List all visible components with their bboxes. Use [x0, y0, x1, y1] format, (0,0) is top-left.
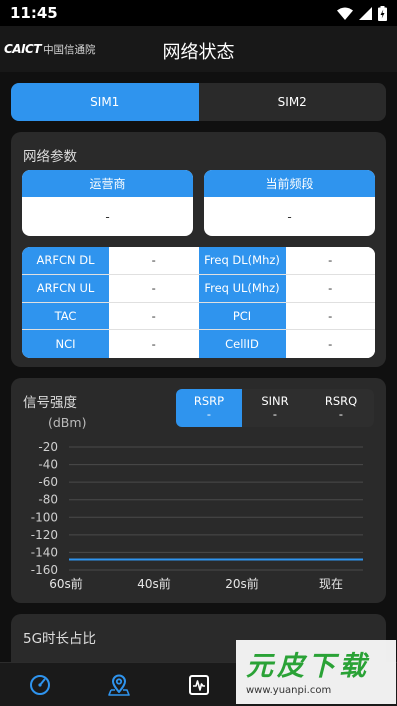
param-key: TAC	[22, 302, 109, 330]
nav-map[interactable]	[105, 671, 133, 699]
param-key: ARFCN DL	[22, 247, 109, 274]
y-tick-label: -120	[31, 528, 58, 542]
nav-speed[interactable]	[26, 671, 54, 699]
x-tick-label: 现在	[319, 577, 343, 591]
metric-tabs: RSRP - SINR - RSRQ -	[176, 389, 374, 427]
param-row: ARFCN UL - Freq UL(Mhz) -	[22, 274, 375, 303]
param-value: -	[285, 330, 375, 358]
tab-sinr[interactable]: SINR -	[242, 389, 308, 427]
status-time: 11:45	[10, 4, 58, 22]
monitor-icon	[189, 675, 209, 695]
x-tick-label: 40s前	[137, 576, 171, 591]
tab-sim1[interactable]: SIM1	[11, 83, 199, 121]
signal-icon	[359, 6, 372, 20]
param-value: -	[285, 302, 375, 330]
site-watermark: 元皮下载 www.yuanpi.com	[236, 640, 396, 704]
page-title: 网络状态	[162, 42, 235, 63]
band-value: -	[287, 209, 292, 224]
param-key: Freq DL(Mhz)	[198, 247, 286, 274]
y-tick-label: -100	[31, 510, 58, 524]
operator-label: 运营商	[22, 170, 193, 197]
tab-rsrq-value: -	[338, 407, 344, 421]
param-key: NCI	[22, 330, 109, 358]
nav-network-status[interactable]	[185, 671, 213, 699]
param-value: -	[285, 274, 375, 302]
network-params-title: 网络参数	[23, 149, 77, 165]
signal-unit: (dBm)	[48, 415, 87, 430]
map-pin-icon	[108, 674, 130, 696]
network-params-card: 网络参数 运营商 - 当前频段 - ARFCN DL - Freq DL(Mhz…	[11, 132, 386, 367]
param-key: ARFCN UL	[22, 274, 109, 302]
y-tick-label: -40	[38, 458, 58, 472]
param-row: TAC - PCI -	[22, 302, 375, 331]
param-value: -	[109, 274, 199, 302]
param-value: -	[109, 330, 199, 358]
param-key: Freq UL(Mhz)	[198, 274, 286, 302]
y-tick-label: -140	[31, 545, 58, 559]
param-key: PCI	[198, 302, 286, 330]
5g-ratio-title: 5G时长占比	[23, 631, 97, 647]
x-tick-label: 60s前	[49, 576, 83, 591]
tab-rsrq[interactable]: RSRQ -	[308, 389, 374, 427]
band-box: 当前频段 -	[204, 170, 375, 236]
status-bar: 11:45	[0, 0, 397, 26]
wifi-icon	[337, 7, 353, 20]
y-tick-label: -60	[38, 475, 58, 489]
sim-tabs: SIM1 SIM2	[11, 83, 386, 121]
battery-icon	[378, 5, 387, 21]
param-value: -	[109, 302, 199, 330]
param-row: ARFCN DL - Freq DL(Mhz) -	[22, 247, 375, 275]
param-key: CellID	[198, 330, 286, 358]
signal-card: 信号强度 (dBm) RSRP - SINR - RSRQ - -20 -40 -6…	[11, 378, 386, 603]
app-header: CAICT 中国信通院 网络状态	[0, 26, 397, 72]
x-tick-label: 20s前	[225, 576, 259, 591]
signal-title: 信号强度	[23, 395, 77, 411]
param-row: NCI - CellID -	[22, 330, 375, 358]
watermark-url: www.yuanpi.com	[246, 685, 332, 696]
param-table: ARFCN DL - Freq DL(Mhz) - ARFCN UL - Fre…	[22, 247, 375, 358]
operator-value: -	[105, 209, 110, 224]
y-tick-label: -160	[31, 563, 58, 577]
param-value: -	[285, 247, 375, 274]
tab-sim2[interactable]: SIM2	[199, 83, 387, 121]
tab-rsrp-value: -	[206, 407, 212, 421]
speedometer-icon	[30, 675, 50, 695]
operator-box: 运营商 -	[22, 170, 193, 236]
y-tick-label: -20	[38, 440, 58, 454]
status-icons	[337, 5, 387, 21]
tab-rsrp[interactable]: RSRP -	[176, 389, 242, 427]
y-tick-label: -80	[38, 493, 58, 507]
tab-sinr-value: -	[272, 407, 278, 421]
watermark-brand: 元皮下载	[246, 651, 370, 682]
param-value: -	[109, 247, 199, 274]
band-label: 当前频段	[204, 170, 375, 197]
